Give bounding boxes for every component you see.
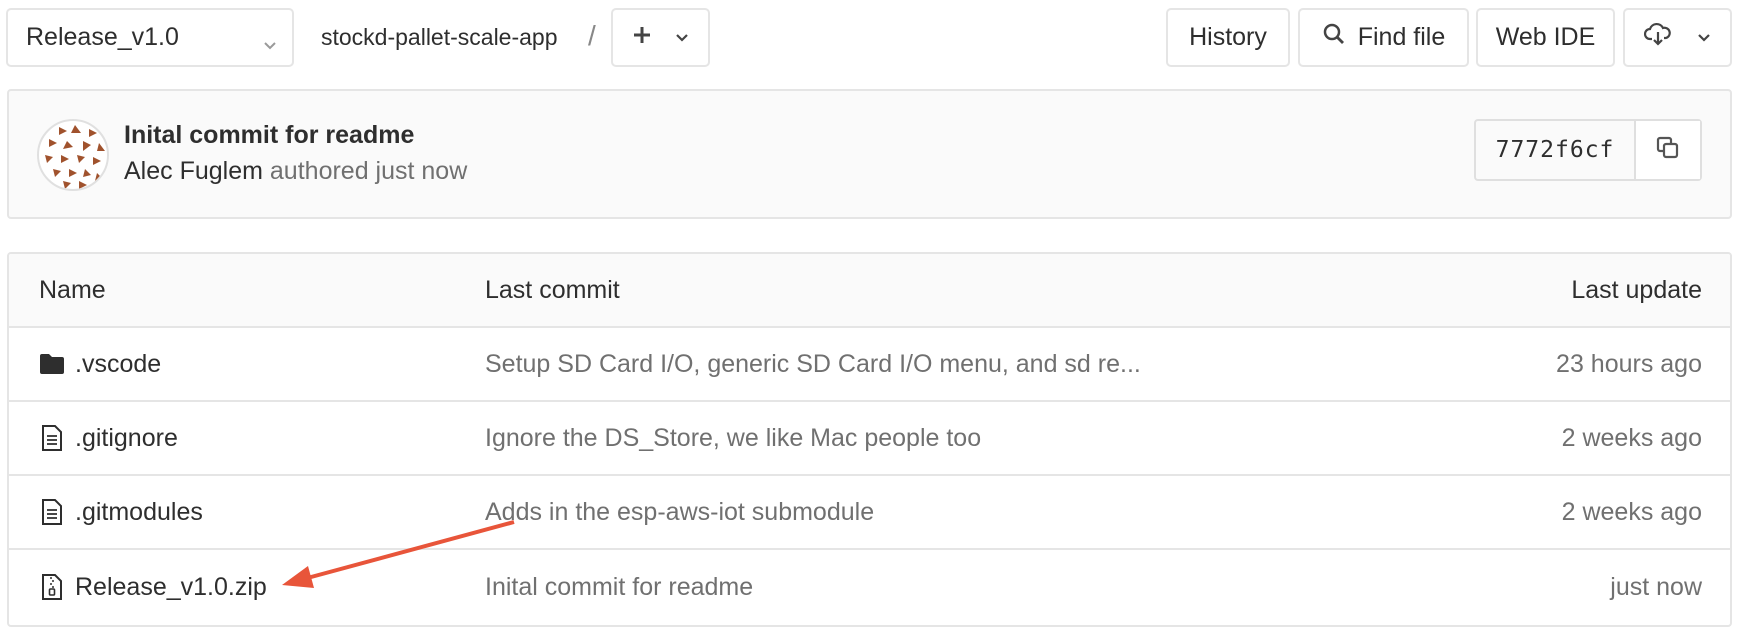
last-update: 23 hours ago	[1556, 349, 1702, 378]
commit-author-line: Alec Fuglem authored just now	[124, 157, 467, 186]
table-row[interactable]: .gitmodules Adds in the esp-aws-iot subm…	[9, 476, 1730, 550]
file-icon	[39, 498, 65, 526]
avatar[interactable]	[37, 119, 109, 191]
copy-sha-button[interactable]	[1634, 121, 1700, 179]
commit-author[interactable]: Alec Fuglem	[124, 157, 263, 185]
file-tree-table: Name Last commit Last update .vscode Set…	[7, 252, 1732, 627]
file-name[interactable]: .gitmodules	[75, 498, 203, 527]
commit-meta: authored just now	[269, 157, 468, 185]
zip-file-icon	[39, 573, 65, 601]
commit-message[interactable]: Inital commit for readme	[485, 550, 753, 624]
table-row[interactable]: Release_v1.0.zip Inital commit for readm…	[9, 550, 1730, 624]
breadcrumb-project[interactable]: stockd-pallet-scale-app	[321, 24, 558, 51]
commit-message[interactable]: Ignore the DS_Store, we like Mac people …	[485, 402, 981, 474]
cloud-download-icon	[1643, 22, 1672, 53]
header-last-commit: Last commit	[485, 275, 620, 304]
web-ide-button[interactable]: Web IDE	[1476, 8, 1615, 67]
branch-name: Release_v1.0	[26, 23, 179, 51]
search-icon	[1322, 22, 1346, 53]
file-icon	[39, 424, 65, 452]
last-update: just now	[1610, 572, 1702, 601]
table-row[interactable]: .vscode Setup SD Card I/O, generic SD Ca…	[9, 328, 1730, 402]
history-button[interactable]: History	[1166, 8, 1290, 67]
table-header: Name Last commit Last update	[9, 254, 1730, 328]
file-name[interactable]: .vscode	[75, 350, 161, 379]
file-name[interactable]: Release_v1.0.zip	[75, 573, 267, 602]
commit-message[interactable]: Adds in the esp-aws-iot submodule	[485, 476, 874, 548]
find-file-button[interactable]: Find file	[1298, 8, 1469, 67]
find-file-label: Find file	[1357, 23, 1446, 51]
last-commit-panel: Inital commit for readme Alec Fuglem aut…	[7, 89, 1732, 219]
commit-message[interactable]: Setup SD Card I/O, generic SD Card I/O m…	[485, 328, 1141, 400]
commit-sha-group: 7772f6cf	[1474, 119, 1702, 181]
plus-icon	[632, 23, 652, 52]
breadcrumb-separator: /	[588, 20, 596, 51]
commit-sha[interactable]: 7772f6cf	[1476, 121, 1634, 179]
header-name: Name	[39, 275, 106, 304]
table-row[interactable]: .gitignore Ignore the DS_Store, we like …	[9, 402, 1730, 476]
folder-icon	[39, 350, 65, 378]
commit-title[interactable]: Inital commit for readme	[124, 121, 414, 150]
chevron-down-icon	[262, 31, 278, 60]
chevron-down-icon	[1696, 23, 1712, 52]
last-update: 2 weeks ago	[1561, 497, 1702, 526]
copy-icon	[1655, 135, 1681, 166]
chevron-down-icon	[674, 23, 690, 52]
download-dropdown-button[interactable]	[1623, 8, 1732, 67]
branch-selector[interactable]: Release_v1.0	[6, 8, 294, 67]
add-dropdown-button[interactable]	[611, 8, 710, 67]
header-last-update: Last update	[1571, 275, 1702, 304]
last-update: 2 weeks ago	[1561, 423, 1702, 452]
file-name[interactable]: .gitignore	[75, 424, 178, 453]
